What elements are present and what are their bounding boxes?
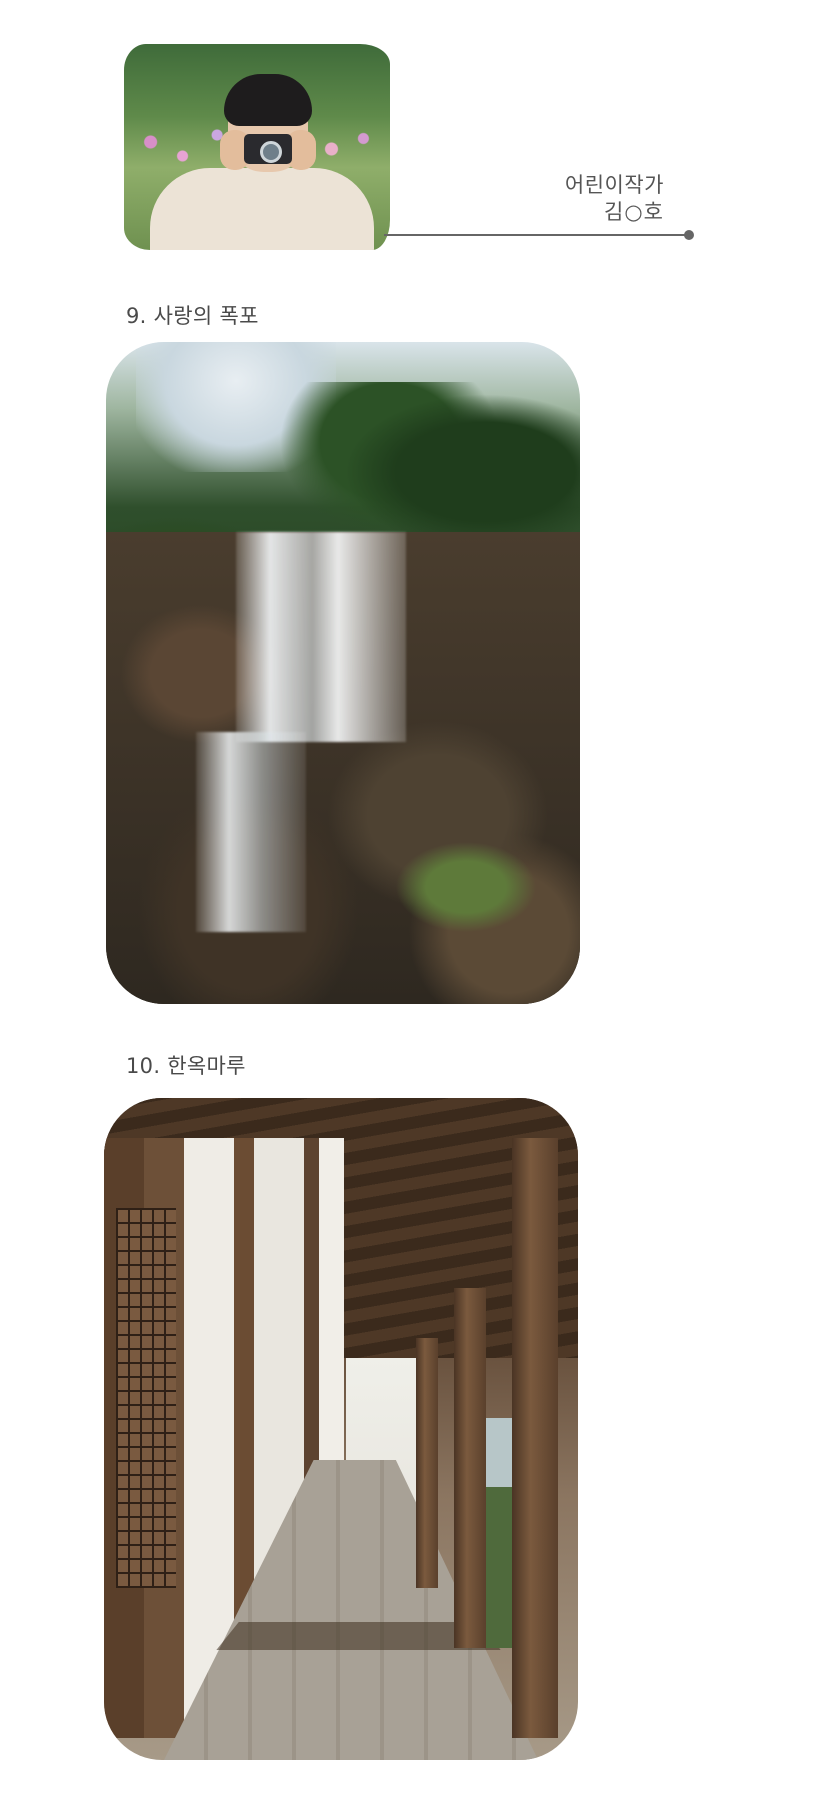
- camera-icon: [244, 134, 292, 164]
- photo-caption: 10. 한옥마루: [126, 1054, 246, 1078]
- connector-dot: [684, 230, 694, 240]
- hanok-corridor-photo: [104, 1098, 578, 1760]
- connector-line: [384, 234, 688, 236]
- photo-waterfall-lower: [196, 732, 306, 932]
- photo-pillar: [512, 1138, 558, 1738]
- waterfall-photo: [106, 342, 580, 1004]
- author-name: 김○호: [604, 200, 664, 224]
- photo-pillar: [454, 1288, 486, 1648]
- photo-caption: 9. 사랑의 폭포: [126, 304, 259, 328]
- photo-waterfall-upper: [236, 532, 406, 742]
- photo-person-body: [150, 168, 374, 250]
- author-role: 어린이작가: [564, 173, 664, 197]
- photo-moss: [396, 842, 536, 932]
- photo-garden: [484, 1418, 512, 1648]
- photo-person-hair: [224, 74, 312, 126]
- author-photo: [124, 44, 390, 250]
- photo-pillar: [416, 1338, 438, 1588]
- photo-lattice-door: [116, 1208, 176, 1588]
